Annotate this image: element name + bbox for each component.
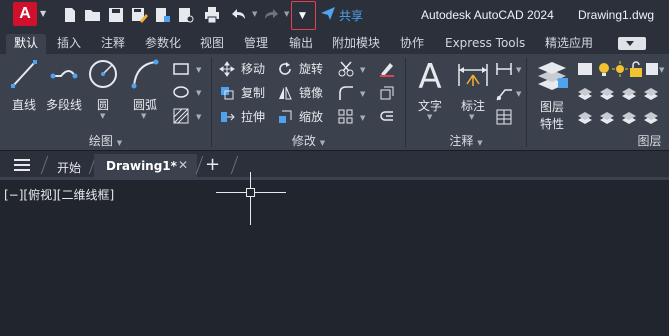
hamburger-menu-icon[interactable]: [14, 159, 30, 172]
ellipse-icon[interactable]: [172, 83, 190, 101]
circle-button[interactable]: 圆 ▼: [86, 58, 120, 120]
tab-default[interactable]: 默认: [6, 34, 46, 54]
drawing-viewport[interactable]: [−][俯视][二维线框]: [0, 172, 669, 336]
layer-lock-toggle-icon[interactable]: [642, 84, 660, 102]
plot-icon[interactable]: [203, 6, 221, 24]
tab-view[interactable]: 视图: [200, 34, 224, 54]
copy-icon: [221, 87, 234, 100]
layer-isolate-icon[interactable]: [598, 84, 616, 102]
tab-express-tools[interactable]: Express Tools: [445, 34, 525, 54]
offset-icon[interactable]: [378, 108, 396, 126]
trim-icon[interactable]: [337, 60, 355, 78]
view-sheet-icon[interactable]: [176, 6, 194, 24]
file-tabs-bar: 开始 Drawing1* ✕ +: [0, 151, 669, 180]
undo-caret-icon[interactable]: ▼: [252, 10, 257, 18]
fillet-icon[interactable]: [337, 84, 355, 102]
customize-qat-dropdown[interactable]: ▼: [291, 1, 316, 30]
new-tab-button[interactable]: +: [205, 154, 220, 175]
redo-caret-icon[interactable]: ▼: [284, 10, 289, 18]
line-button[interactable]: 直线: [6, 58, 42, 118]
panel-expand-icon: ▼: [477, 139, 483, 147]
svg-text:A: A: [418, 58, 441, 94]
app-menu-button[interactable]: A: [13, 2, 37, 26]
modify-panel-title[interactable]: 修改 ▼: [212, 132, 405, 150]
app-menu-caret-icon[interactable]: ▼: [40, 9, 46, 18]
line-icon: [11, 60, 37, 88]
share-button[interactable]: 共享: [320, 5, 363, 24]
move-icon: [219, 61, 235, 77]
crosshair-vertical: [250, 172, 251, 225]
tab-manage[interactable]: 管理: [244, 34, 268, 54]
tab-output[interactable]: 输出: [289, 34, 313, 54]
hatch-icon[interactable]: [172, 107, 190, 125]
crosshair-pickbox: [246, 188, 255, 197]
tab-collaborate[interactable]: 协作: [400, 34, 424, 54]
layer-previous-icon[interactable]: [598, 108, 616, 126]
viewport-controls-label[interactable]: [−][俯视][二维线框]: [4, 186, 114, 203]
close-tab-icon[interactable]: ✕: [178, 158, 188, 172]
circle-icon: [89, 60, 117, 88]
layer-swatch-icon[interactable]: [576, 60, 594, 78]
layer-walk-icon[interactable]: [620, 108, 638, 126]
tab-parametric[interactable]: 参数化: [145, 34, 181, 54]
document-title: Drawing1.dwg: [578, 8, 655, 22]
draw-panel-title[interactable]: 绘图 ▼: [0, 132, 211, 150]
open-icon[interactable]: [84, 6, 102, 24]
mirror-icon: [279, 86, 292, 100]
layer-freeze-icon[interactable]: [620, 84, 638, 102]
save-icon[interactable]: [107, 6, 125, 24]
layer-off-icon[interactable]: [576, 84, 594, 102]
quick-access-toolbar: A ▼ ▼ ▼ ▼ 共享 Autodesk AutoCAD 2024 Drawi…: [0, 0, 669, 31]
stretch-icon: [221, 112, 235, 122]
save-as-icon[interactable]: [130, 6, 148, 24]
panel-expand-icon: ▼: [116, 139, 123, 147]
text-icon: A: [418, 57, 441, 97]
tab-featured-apps[interactable]: 精选应用: [545, 34, 593, 54]
ribbon-tabs: 默认 插入 注释 参数化 视图 管理 输出 附加模块 协作 Express To…: [0, 31, 669, 54]
arc-button[interactable]: 圆弧 ▼: [127, 58, 163, 120]
arc-icon: [131, 59, 159, 89]
share-icon: [321, 7, 335, 20]
leader-icon[interactable]: [495, 84, 513, 102]
tab-insert[interactable]: 插入: [57, 34, 81, 54]
layers-panel-title[interactable]: 图层: [630, 132, 669, 150]
dimension-button[interactable]: 标注 ▼: [454, 58, 492, 122]
drawing-tab[interactable]: Drawing1* ✕: [94, 154, 197, 180]
redo-icon[interactable]: [263, 6, 281, 24]
layer-match-icon[interactable]: [576, 108, 594, 126]
undo-icon[interactable]: [229, 6, 247, 24]
array-icon[interactable]: [337, 108, 355, 126]
layer-properties-button[interactable]: 图层 特性: [532, 58, 572, 131]
scale-icon: [279, 110, 292, 123]
rectangle-icon[interactable]: [172, 60, 190, 78]
explode-icon[interactable]: [378, 84, 396, 102]
new-icon[interactable]: [61, 6, 79, 24]
linear-dimension-icon[interactable]: [495, 60, 513, 78]
dimension-icon: [458, 64, 488, 86]
minimize-ribbon-button[interactable]: [618, 37, 646, 50]
erase-icon[interactable]: [378, 60, 396, 78]
panel-expand-icon: ▼: [319, 139, 326, 147]
start-tab[interactable]: 开始: [57, 159, 81, 176]
tab-annotate[interactable]: 注释: [101, 34, 125, 54]
annotation-panel-title[interactable]: 注释 ▼: [406, 132, 526, 150]
polyline-button[interactable]: 多段线: [43, 58, 85, 118]
layer-unlock-icon[interactable]: [642, 108, 660, 126]
rotate-icon: [279, 62, 291, 75]
text-button[interactable]: A 文字 ▼: [412, 57, 448, 122]
layer-properties-icon: [538, 62, 568, 90]
app-title: Autodesk AutoCAD 2024: [421, 8, 554, 22]
table-icon[interactable]: [495, 108, 513, 126]
polyline-icon: [50, 70, 78, 79]
dropdown-arrow-icon: ▼: [299, 11, 306, 21]
publish-icon[interactable]: [153, 6, 171, 24]
tab-addins[interactable]: 附加模块: [332, 34, 380, 54]
